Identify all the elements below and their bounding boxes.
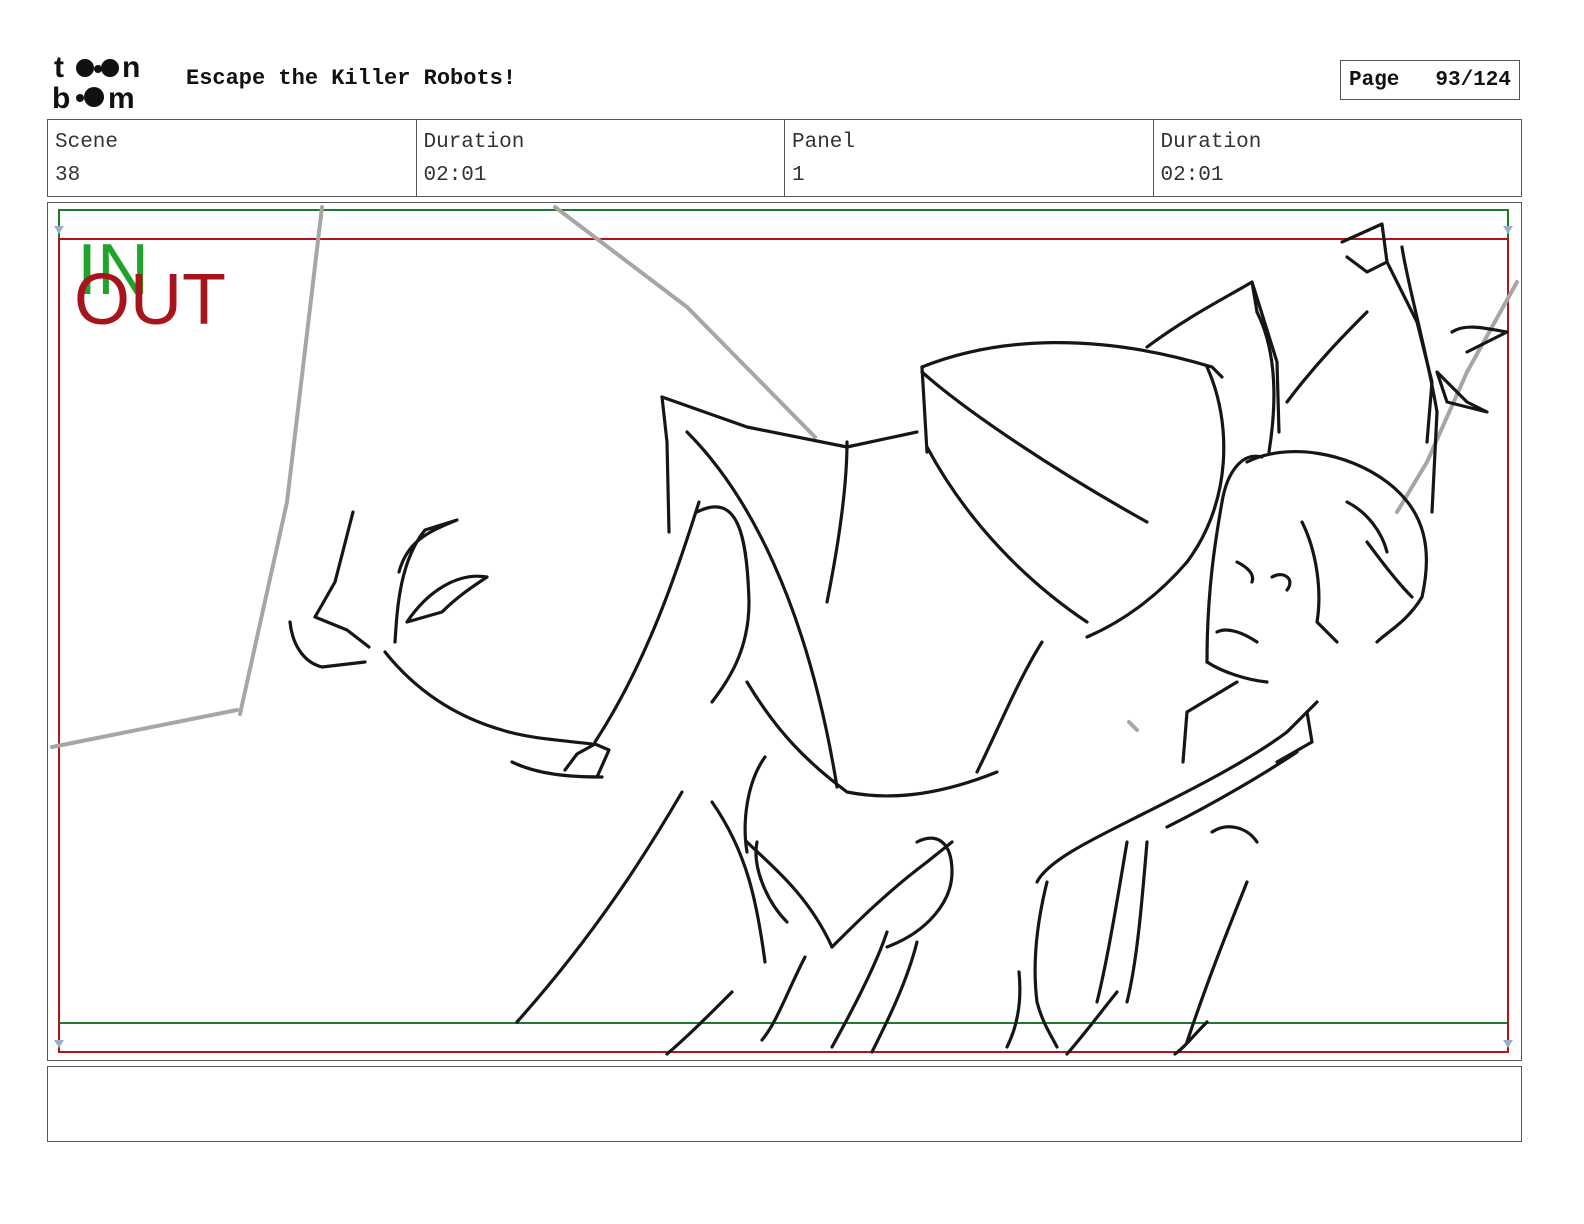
safe-frame <box>58 209 1509 1024</box>
dialogue-notes-box <box>47 1066 1522 1142</box>
panel-cell: Panel 1 <box>785 120 1154 196</box>
out-marker: OUT <box>74 260 226 340</box>
svg-text:n: n <box>122 51 140 84</box>
panel-value: 1 <box>792 164 805 187</box>
scene-duration-cell: Duration 02:01 <box>417 120 785 196</box>
svg-text:m: m <box>108 82 135 112</box>
page-number: 93/124 <box>1435 68 1511 92</box>
page-label: Page <box>1349 68 1400 92</box>
character-sketch <box>288 222 1509 1056</box>
scene-info-row: Scene 38 Duration 02:01 Panel 1 Duration… <box>47 119 1522 197</box>
panel-duration-value: 02:01 <box>1160 164 1224 187</box>
svg-text:b: b <box>52 82 70 112</box>
storyboard-sketch <box>50 205 1519 1056</box>
panel-label: Panel <box>792 131 856 154</box>
camera-frame <box>58 238 1509 1053</box>
page-indicator: Page 93/124 <box>1340 60 1520 100</box>
scene-label: Scene <box>55 131 119 154</box>
background-lines <box>50 205 1519 749</box>
toon-boom-logo: t n b m <box>52 51 140 112</box>
panel-duration-cell: Duration 02:01 <box>1154 120 1522 196</box>
corner-markers <box>54 226 1513 1048</box>
scene-duration-label: Duration <box>423 131 525 154</box>
scene-value: 38 <box>55 164 81 187</box>
scene-cell: Scene 38 <box>48 120 417 196</box>
panel-duration-label: Duration <box>1160 131 1262 154</box>
svg-text:t: t <box>54 51 64 84</box>
project-title: Escape the Killer Robots! <box>186 66 517 91</box>
scene-duration-value: 02:01 <box>423 164 487 187</box>
